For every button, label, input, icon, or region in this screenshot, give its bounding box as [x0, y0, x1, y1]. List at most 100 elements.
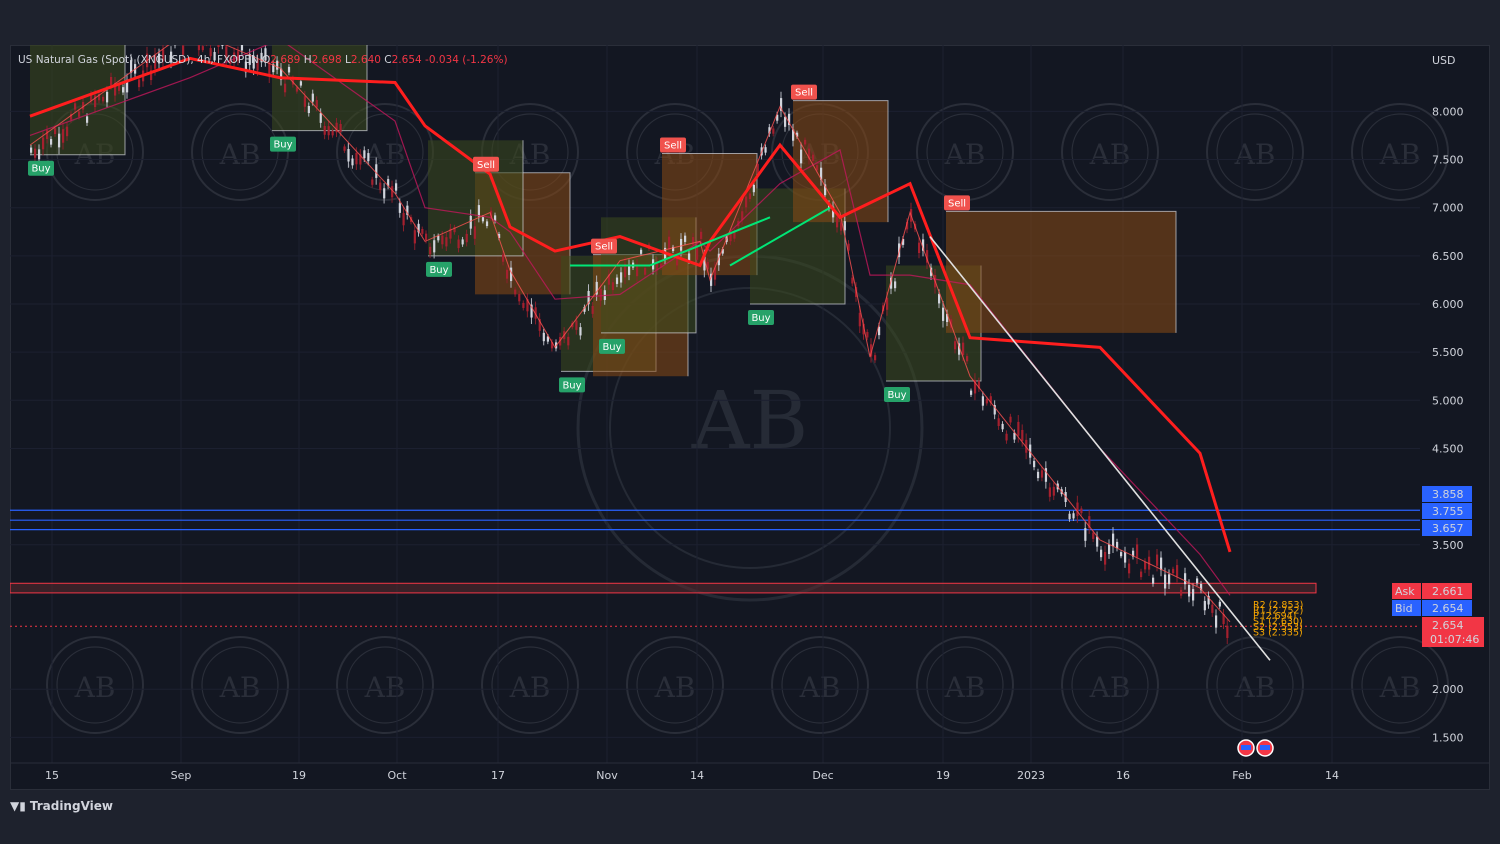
signal-text: Buy [429, 265, 448, 276]
candle-body [894, 281, 897, 289]
candle-body [752, 184, 755, 193]
candle-body [433, 240, 436, 253]
signal-text: Sell [477, 160, 495, 171]
watermark-badge [771, 636, 869, 734]
signal-text: Sell [795, 88, 813, 99]
candle-body [1160, 557, 1163, 571]
pivot-label: S3 (2.335) [1253, 628, 1303, 639]
candle-body [307, 106, 310, 114]
candle-body [437, 235, 440, 241]
candle-body [102, 96, 105, 102]
time-tick-label: Dec [812, 769, 833, 782]
price-tick-label: 5.500 [1432, 346, 1464, 359]
price-tick-label: 8.000 [1432, 105, 1464, 118]
candle-body [425, 233, 428, 241]
watermark-badge [916, 636, 1014, 734]
low-value: 2.640 [350, 54, 381, 66]
candle-body [1152, 577, 1155, 584]
candle-body [86, 116, 89, 123]
candle-body [429, 246, 432, 255]
candle-body [315, 100, 318, 108]
price-axis[interactable]: 8.000 7.500 7.000 6.500 6.000 5.500 5.000 4.500… [1392, 105, 1484, 744]
candle-body [733, 232, 736, 239]
candle-body [122, 87, 125, 93]
candle-body [812, 154, 815, 161]
level-price-badge: 3.657 [1422, 520, 1472, 536]
candle-body [1009, 416, 1012, 423]
candle-body [1108, 544, 1111, 554]
candle-body [1203, 600, 1206, 611]
watermark-logo: AB [691, 374, 809, 467]
candle-body [457, 239, 460, 249]
candle-body [62, 129, 65, 143]
candle-body [1192, 589, 1195, 601]
candle-body [38, 149, 41, 160]
candle-body [379, 182, 382, 190]
candle-body [1180, 589, 1183, 596]
candle-body [46, 130, 49, 140]
candle-body [1104, 551, 1107, 565]
candle-body [784, 117, 787, 127]
price-chart[interactable]: AB AB BuyBuySellBuyBuySellBuySellBuySell… [10, 45, 1490, 790]
bid-price-badge: Bid 2.654 [1392, 600, 1472, 616]
candle-body [962, 342, 965, 355]
economic-event-icon [1256, 739, 1274, 757]
ask-price-badge: Ask 2.661 [1392, 583, 1472, 599]
buy-signal-label: Buy [28, 160, 54, 176]
buy-signal-label: Buy [884, 387, 910, 403]
candle-body [1017, 421, 1020, 436]
candle-body [469, 215, 472, 229]
candle-body [367, 153, 370, 162]
candle-body [591, 305, 594, 314]
candle-body [918, 242, 921, 254]
candle-body [1211, 604, 1214, 613]
quote-value: 2.661 [1432, 585, 1464, 598]
last-price-badge: 2.65401:07:46 [1422, 617, 1484, 647]
signal-text: Sell [664, 141, 682, 152]
candle-body [110, 76, 113, 86]
candle-body [1068, 513, 1071, 520]
candle-body [485, 221, 489, 227]
candle-body [1021, 429, 1024, 442]
candle-body [50, 139, 53, 145]
watermark-badge [1061, 636, 1159, 734]
candle-body [836, 217, 839, 228]
brand-name: TradingView [29, 799, 113, 813]
resistance-zone [10, 582, 1317, 594]
time-tick-label: Oct [387, 769, 407, 782]
tradingview-logo[interactable]: ▼▮ TradingView [10, 799, 113, 813]
candle-body [518, 294, 521, 302]
candle-body [240, 45, 244, 51]
price-tick-label: 6.500 [1432, 250, 1464, 263]
candle-body [477, 205, 481, 217]
candle-body [303, 96, 306, 107]
candle-body [745, 196, 748, 208]
candle-body [1040, 470, 1044, 478]
time-axis[interactable]: 15 Sep 19 Oct 17 Nov 14 Dec 19 2023 16 Feb 14 [10, 762, 1490, 782]
candle-body [1112, 533, 1115, 547]
candle-body [1196, 578, 1199, 584]
candle-body [1215, 615, 1218, 628]
last-price-value: 2.654 [1432, 619, 1464, 632]
candle-body [363, 150, 366, 159]
candle-body [942, 307, 945, 321]
watermark-badge [626, 636, 724, 734]
price-tick-label: 1.500 [1432, 731, 1464, 744]
price-tick-label: 5.000 [1432, 394, 1464, 407]
price-tick-label: 3.500 [1432, 539, 1464, 552]
candle-body [197, 45, 201, 51]
watermark-badge [1206, 636, 1304, 734]
candle-body [700, 231, 703, 239]
candle-body [1176, 565, 1179, 577]
candle-body [1005, 433, 1008, 441]
candle-body [567, 336, 570, 346]
time-tick-label: 19 [292, 769, 306, 782]
open-value: 2.689 [270, 54, 301, 66]
candle-body [804, 139, 807, 145]
candle-body [858, 312, 861, 327]
price-tick-label: 4.500 [1432, 442, 1464, 455]
candle-body [1080, 508, 1083, 514]
candle-body [599, 288, 602, 301]
symbol-legend[interactable]: US Natural Gas (Spot) (XNGUSD), 4h, FXOP… [18, 54, 508, 66]
level-price-badge: 3.858 [1422, 486, 1472, 502]
